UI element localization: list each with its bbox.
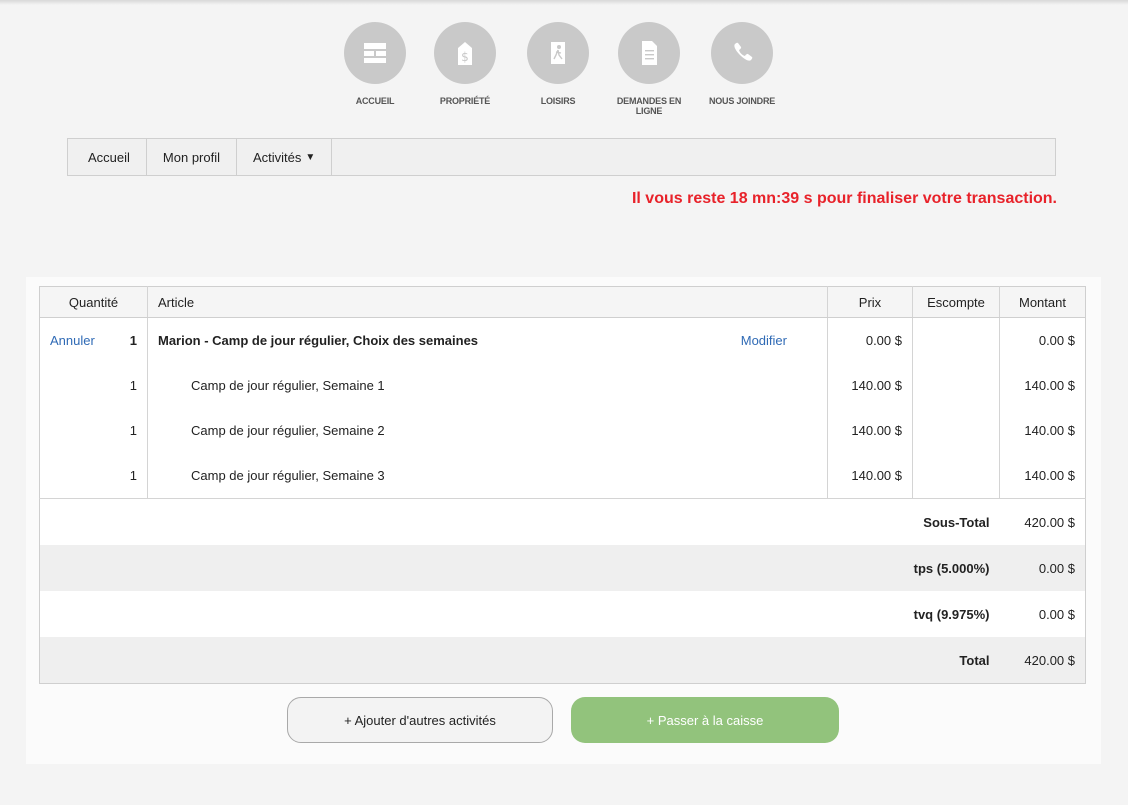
- leisure-icon: [527, 22, 589, 84]
- subtotal-row: Sous-Total 420.00 $: [40, 499, 1086, 546]
- menu-profile[interactable]: Mon profil: [147, 139, 237, 175]
- transaction-timer: Il vous reste 18 mn:39 s pour finaliser …: [631, 190, 1057, 207]
- main-discount: [912, 317, 1000, 363]
- sub-article-cell: Camp de jour régulier, Semaine 3: [147, 453, 828, 499]
- cart-sub-row: 1 Camp de jour régulier, Semaine 3 140.0…: [39, 453, 1086, 499]
- nav-online-requests-label: DEMANDES EN LIGNE: [616, 96, 682, 116]
- sub-price: 140.00 $: [827, 408, 913, 453]
- main-menu: Accueil Mon profil Activités ▼: [67, 138, 1056, 176]
- header-amount: Montant: [999, 286, 1086, 318]
- cart-sub-row: 1 Camp de jour régulier, Semaine 1 140.0…: [39, 363, 1086, 408]
- main-article-cell: Marion - Camp de jour régulier, Choix de…: [147, 317, 828, 363]
- sub-price: 140.00 $: [827, 453, 913, 499]
- nav-contact[interactable]: NOUS JOINDRE: [707, 22, 777, 106]
- svg-text:$: $: [461, 50, 469, 64]
- cart-sub-row: 1 Camp de jour régulier, Semaine 2 140.0…: [39, 408, 1086, 453]
- home-icon: [344, 22, 406, 84]
- phone-icon: [711, 22, 773, 84]
- sub-article-name: Camp de jour régulier, Semaine 2: [191, 423, 385, 438]
- sub-article-cell: Camp de jour régulier, Semaine 2: [147, 408, 828, 453]
- main-qty-cell: Annuler 1: [39, 317, 148, 363]
- main-price: 0.00 $: [827, 317, 913, 363]
- cart-main-row: Annuler 1 Marion - Camp de jour régulier…: [39, 317, 1086, 363]
- nav-leisure-label: LOISIRS: [540, 96, 576, 106]
- sub-article-name: Camp de jour régulier, Semaine 3: [191, 468, 385, 483]
- sub-amount: 140.00 $: [1024, 378, 1075, 393]
- total-row: Total 420.00 $: [39, 637, 1086, 684]
- cancel-link[interactable]: Annuler: [50, 333, 95, 348]
- header-price: Prix: [827, 286, 913, 318]
- sub-article-cell: Camp de jour régulier, Semaine 1: [147, 363, 828, 408]
- tvq-row: tvq (9.975%) 0.00 $: [40, 591, 1086, 637]
- property-icon: $: [434, 22, 496, 84]
- nav-contact-label: NOUS JOINDRE: [708, 96, 776, 106]
- sub-discount: [912, 453, 1000, 499]
- add-activities-button[interactable]: + Ajouter d'autres activités: [287, 697, 553, 743]
- total-label: Total: [39, 637, 1000, 684]
- header-discount: Escompte: [912, 286, 1000, 318]
- menu-activities-label: Activités: [253, 149, 302, 165]
- header-article: Article: [147, 286, 828, 318]
- sub-article-name: Camp de jour régulier, Semaine 1: [191, 378, 385, 393]
- nav-leisure[interactable]: LOISIRS: [523, 22, 593, 106]
- sub-qty: 1: [39, 453, 148, 499]
- sub-price: 140.00 $: [827, 363, 913, 408]
- tvq-label: tvq (9.975%): [913, 606, 990, 622]
- total-value: 420.00 $: [999, 637, 1086, 684]
- icon-nav-bar: ACCUEIL $ PROPRIÉTÉ LOISIRS DEMANDES EN …: [0, 0, 1128, 138]
- menu-activities[interactable]: Activités ▼: [237, 139, 333, 175]
- sub-qty: 1: [39, 408, 148, 453]
- nav-home[interactable]: ACCUEIL: [340, 22, 410, 106]
- subtotal-value: 420.00 $: [1024, 514, 1075, 530]
- subtotal-label: Sous-Total: [923, 514, 990, 530]
- tps-value: 0.00 $: [999, 545, 1086, 591]
- modify-link[interactable]: Modifier: [741, 333, 787, 348]
- nav-property-label: PROPRIÉTÉ: [439, 96, 491, 106]
- checkout-button[interactable]: + Passer à la caisse: [571, 697, 839, 743]
- header-quantity: Quantité: [39, 286, 148, 318]
- nav-home-label: ACCUEIL: [355, 96, 395, 106]
- document-icon: [618, 22, 680, 84]
- cart-table: Quantité Article Prix Escompte Montant A…: [39, 286, 1086, 684]
- main-amount: 0.00 $: [1038, 333, 1075, 348]
- chevron-down-icon: ▼: [305, 151, 316, 163]
- cart-header-row: Quantité Article Prix Escompte Montant: [39, 286, 1086, 318]
- main-qty: 1: [129, 333, 137, 348]
- sub-amount: 140.00 $: [999, 453, 1086, 499]
- sub-discount: [912, 363, 1000, 408]
- tvq-value: 0.00 $: [1038, 606, 1075, 622]
- main-article-name: Marion - Camp de jour régulier, Choix de…: [158, 333, 479, 348]
- sub-discount: [912, 408, 1000, 453]
- menu-home[interactable]: Accueil: [68, 139, 147, 175]
- sub-amount: 140.00 $: [1024, 423, 1075, 438]
- tps-row: tps (5.000%) 0.00 $: [39, 545, 1086, 591]
- sub-qty: 1: [39, 363, 148, 408]
- nav-online-requests[interactable]: DEMANDES EN LIGNE: [614, 22, 684, 116]
- nav-property[interactable]: $ PROPRIÉTÉ: [430, 22, 500, 106]
- tps-label: tps (5.000%): [39, 545, 1000, 591]
